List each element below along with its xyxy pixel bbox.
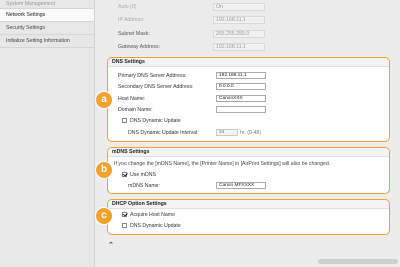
mdns-name-row: mDNS Name: Canon MFXXXX bbox=[128, 182, 266, 190]
mdns-name-label: mDNS Name: bbox=[128, 183, 160, 189]
sidebar: System Management Network Settings Secur… bbox=[0, 0, 95, 267]
domain-name-label: Domain Name: bbox=[118, 107, 153, 113]
gateway-address-row: Gateway Address: 192.168.11.1 bbox=[118, 43, 265, 51]
secondary-dns-row: Secondary DNS Server Address: 0.0.0.0 bbox=[118, 83, 266, 91]
dns-interval-row: DNS Dynamic Update Interval: 24 hr. (0-48) bbox=[128, 129, 261, 137]
acquire-host-name-checkbox[interactable] bbox=[122, 212, 127, 218]
dns-settings-panel: DNS Settings Primary DNS Server Address:… bbox=[107, 57, 390, 142]
acquire-host-name-label: Acquire Host Name bbox=[130, 212, 175, 218]
primary-dns-row: Primary DNS Server Address: 192.168.11.1 bbox=[118, 72, 266, 80]
dns-interval-input[interactable]: 24 bbox=[216, 129, 238, 137]
auto-row: Auto (0) On bbox=[118, 3, 265, 11]
dhcp-dns-dynamic-update-checkbox[interactable] bbox=[122, 223, 127, 229]
gateway-address-label: Gateway Address: bbox=[118, 44, 161, 51]
sidebar-item-system-management[interactable]: System Management bbox=[0, 0, 94, 9]
auto-select[interactable]: On bbox=[213, 3, 265, 11]
domain-name-input[interactable] bbox=[216, 106, 266, 114]
collapse-icon[interactable]: ⌃ bbox=[108, 241, 114, 249]
dns-interval-unit: hr. (0-48) bbox=[240, 130, 262, 136]
sidebar-item-network-settings[interactable]: Network Settings bbox=[0, 9, 94, 22]
host-name-label: Host Name: bbox=[118, 96, 146, 102]
dns-interval-label: DNS Dynamic Update Interval: bbox=[128, 130, 199, 136]
use-mdns-label: Use mDNS bbox=[130, 172, 156, 178]
subnet-mask-label: Subnet Mask: bbox=[118, 31, 150, 38]
dhcp-dns-dynamic-update-label: DNS Dynamic Update bbox=[130, 223, 181, 229]
subnet-mask-row: Subnet Mask: 255.255.255.0 bbox=[118, 30, 265, 38]
sidebar-item-security-settings[interactable]: Security Settings bbox=[0, 22, 94, 35]
auto-label: Auto (0) bbox=[118, 4, 137, 11]
mdns-name-input[interactable]: Canon MFXXXX bbox=[216, 182, 266, 190]
ip-address-field[interactable]: 192.168.11.1 bbox=[213, 16, 265, 24]
mdns-note: If you change the [mDNS Name], the [Prin… bbox=[114, 161, 331, 167]
host-name-row: Host Name: CanonXXX bbox=[118, 95, 266, 103]
main-content: Auto (0) On IP Address: 192.168.11.1 Subne… bbox=[95, 0, 400, 267]
primary-dns-input[interactable]: 192.168.11.1 bbox=[216, 72, 266, 80]
dns-dynamic-update-checkbox[interactable] bbox=[122, 118, 127, 124]
mdns-settings-panel: mDNS Settings If you change the [mDNS Na… bbox=[107, 147, 390, 194]
primary-dns-label: Primary DNS Server Address: bbox=[118, 73, 187, 79]
dns-settings-title: DNS Settings bbox=[108, 58, 389, 67]
host-name-input[interactable]: CanonXXX bbox=[216, 95, 266, 103]
subnet-mask-field[interactable]: 255.255.255.0 bbox=[213, 30, 265, 38]
ip-address-label: IP Address: bbox=[118, 17, 145, 24]
dns-dynamic-update-row: DNS Dynamic Update bbox=[122, 117, 181, 125]
gateway-address-field[interactable]: 192.168.11.1 bbox=[213, 43, 265, 51]
dhcp-dns-dynamic-update-row: DNS Dynamic Update bbox=[122, 222, 181, 230]
callout-badge-a: a bbox=[96, 92, 112, 108]
domain-name-row: Domain Name: bbox=[118, 106, 266, 114]
sidebar-item-initialize-setting-information[interactable]: Initialize Setting Information bbox=[0, 35, 94, 48]
dhcp-option-settings-panel: DHCP Option Settings Acquire Host Name D… bbox=[107, 199, 390, 235]
mdns-settings-title: mDNS Settings bbox=[108, 148, 389, 157]
use-mdns-checkbox[interactable] bbox=[122, 172, 127, 178]
dns-dynamic-update-label: DNS Dynamic Update bbox=[130, 118, 181, 124]
secondary-dns-input[interactable]: 0.0.0.0 bbox=[216, 83, 266, 91]
secondary-dns-label: Secondary DNS Server Address: bbox=[118, 84, 194, 90]
callout-badge-b: b bbox=[96, 162, 112, 178]
ip-address-row: IP Address: 192.168.11.1 bbox=[118, 16, 265, 24]
dhcp-option-settings-title: DHCP Option Settings bbox=[108, 200, 389, 209]
acquire-host-name-row: Acquire Host Name bbox=[122, 211, 175, 219]
horizontal-scrollbar[interactable] bbox=[318, 259, 398, 264]
use-mdns-row: Use mDNS bbox=[122, 171, 156, 179]
callout-badge-c: c bbox=[96, 208, 112, 224]
